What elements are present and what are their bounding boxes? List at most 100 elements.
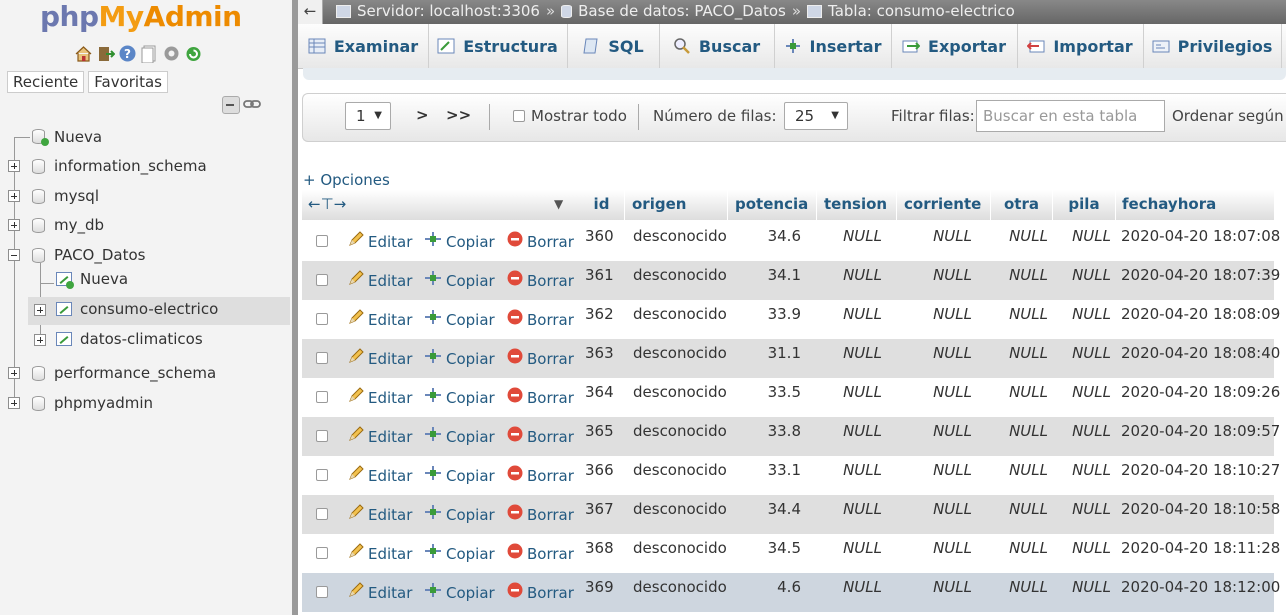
rows-per-page-select[interactable]: 25 ▼: [784, 102, 848, 130]
copy-row-link[interactable]: Copiar: [424, 339, 495, 378]
edit-row-link[interactable]: Editar: [348, 456, 412, 495]
tree-db-phpmyadmin[interactable]: phpmyadmin: [54, 393, 153, 413]
last-page-button[interactable]: >>: [446, 106, 471, 124]
row-checkbox[interactable]: [316, 313, 328, 325]
cell-origen[interactable]: desconocido: [633, 222, 727, 261]
table-row[interactable]: Editar Copiar Borrar 364 desconocido 33.5 NULL…: [302, 378, 1280, 417]
copy-row-link[interactable]: Copiar: [424, 300, 495, 339]
cell-corriente[interactable]: NULL: [897, 339, 972, 378]
delete-row-link[interactable]: Borrar: [507, 261, 574, 300]
favorites-tab[interactable]: Favoritas: [88, 71, 168, 93]
table-row[interactable]: Editar Copiar Borrar 360 desconocido 34.6 NULL…: [302, 222, 1280, 261]
exit-icon[interactable]: [96, 44, 116, 63]
column-header-tension[interactable]: tension: [817, 190, 897, 220]
table-row[interactable]: Editar Copiar Borrar 362 desconocido 33.9 NULL…: [302, 300, 1280, 339]
cell-corriente[interactable]: NULL: [897, 222, 972, 261]
cell-corriente[interactable]: NULL: [897, 300, 972, 339]
tab-importar[interactable]: Importar: [1017, 24, 1144, 68]
cell-tension[interactable]: NULL: [817, 222, 882, 261]
row-checkbox[interactable]: [316, 586, 328, 598]
cell-corriente[interactable]: NULL: [897, 534, 972, 573]
table-row[interactable]: Editar Copiar Borrar 365 desconocido 33.8 NULL…: [302, 417, 1280, 456]
cell-tension[interactable]: NULL: [817, 495, 882, 534]
recent-tab[interactable]: Reciente: [7, 71, 85, 93]
expand-icon[interactable]: [8, 397, 20, 409]
delete-row-link[interactable]: Borrar: [507, 534, 574, 573]
column-header-pila[interactable]: pila: [1053, 190, 1116, 220]
cell-id[interactable]: 363: [585, 339, 614, 378]
edit-row-link[interactable]: Editar: [348, 261, 412, 300]
cell-tension[interactable]: NULL: [817, 417, 882, 456]
delete-row-link[interactable]: Borrar: [507, 300, 574, 339]
cell-fechayhora[interactable]: 2020-04-20 18:10:27: [1121, 456, 1280, 495]
expand-icon[interactable]: [8, 219, 20, 231]
copy-row-link[interactable]: Copiar: [424, 495, 495, 534]
cell-otra[interactable]: NULL: [991, 417, 1048, 456]
cell-fechayhora[interactable]: 2020-04-20 18:09:57: [1121, 417, 1280, 456]
cell-potencia[interactable]: 33.9: [728, 300, 801, 339]
expand-icon[interactable]: [8, 160, 20, 172]
cell-otra[interactable]: NULL: [991, 378, 1048, 417]
row-checkbox[interactable]: [316, 508, 328, 520]
cell-otra[interactable]: NULL: [991, 573, 1048, 612]
expand-icon[interactable]: [8, 367, 20, 379]
cell-potencia[interactable]: 33.8: [728, 417, 801, 456]
cell-fechayhora[interactable]: 2020-04-20 18:08:09: [1121, 300, 1280, 339]
table-row[interactable]: Editar Copiar Borrar 368 desconocido 34.5 NULL…: [302, 534, 1280, 573]
column-header-otra[interactable]: otra: [991, 190, 1053, 220]
delete-row-link[interactable]: Borrar: [507, 417, 574, 456]
expand-icon[interactable]: [8, 190, 20, 202]
cell-otra[interactable]: NULL: [991, 339, 1048, 378]
cell-corriente[interactable]: NULL: [897, 378, 972, 417]
cell-tension[interactable]: NULL: [817, 573, 882, 612]
cell-tension[interactable]: NULL: [817, 456, 882, 495]
next-page-button[interactable]: >: [416, 106, 429, 124]
edit-row-link[interactable]: Editar: [348, 378, 412, 417]
documentation-icon[interactable]: [140, 44, 159, 63]
cell-otra[interactable]: NULL: [991, 222, 1048, 261]
column-header-potencia[interactable]: potencia: [728, 190, 817, 220]
cell-pila[interactable]: NULL: [1053, 417, 1111, 456]
tree-db-my-db[interactable]: my_db: [54, 215, 104, 235]
cell-origen[interactable]: desconocido: [633, 495, 727, 534]
tab-insertar[interactable]: Insertar: [774, 24, 892, 68]
cell-origen[interactable]: desconocido: [633, 417, 727, 456]
cell-origen[interactable]: desconocido: [633, 300, 727, 339]
cell-origen[interactable]: desconocido: [633, 573, 727, 612]
cell-origen[interactable]: desconocido: [633, 339, 727, 378]
cell-fechayhora[interactable]: 2020-04-20 18:08:40: [1121, 339, 1280, 378]
collapse-all-icon[interactable]: [222, 96, 240, 114]
edit-row-link[interactable]: Editar: [348, 300, 412, 339]
cell-potencia[interactable]: 33.1: [728, 456, 801, 495]
cell-pila[interactable]: NULL: [1053, 573, 1111, 612]
cell-id[interactable]: 360: [585, 222, 614, 261]
cell-tension[interactable]: NULL: [817, 339, 882, 378]
cell-potencia[interactable]: 34.6: [728, 222, 801, 261]
tree-new-database[interactable]: Nueva: [54, 127, 102, 147]
phpmyadmin-logo[interactable]: phpMyAdmin: [40, 0, 242, 34]
table-row[interactable]: Editar Copiar Borrar 363 desconocido 31.1 NULL…: [302, 339, 1280, 378]
cell-pila[interactable]: NULL: [1053, 222, 1111, 261]
show-all-checkbox[interactable]: [513, 110, 525, 122]
delete-row-link[interactable]: Borrar: [507, 456, 574, 495]
cell-origen[interactable]: desconocido: [633, 534, 727, 573]
tree-db-paco-datos[interactable]: PACO_Datos: [54, 245, 145, 265]
tree-db-mysql[interactable]: mysql: [54, 186, 99, 206]
tab-privilegios[interactable]: Privilegios: [1143, 24, 1282, 68]
cell-potencia[interactable]: 34.5: [728, 534, 801, 573]
cell-pila[interactable]: NULL: [1053, 339, 1111, 378]
copy-row-link[interactable]: Copiar: [424, 534, 495, 573]
cell-fechayhora[interactable]: 2020-04-20 18:07:08: [1121, 222, 1280, 261]
cell-tension[interactable]: NULL: [817, 534, 882, 573]
cell-id[interactable]: 361: [585, 261, 614, 300]
cell-otra[interactable]: NULL: [991, 261, 1048, 300]
row-checkbox[interactable]: [316, 391, 328, 403]
cell-otra[interactable]: NULL: [991, 456, 1048, 495]
cell-fechayhora[interactable]: 2020-04-20 18:10:58: [1121, 495, 1280, 534]
cell-corriente[interactable]: NULL: [897, 417, 972, 456]
copy-row-link[interactable]: Copiar: [424, 417, 495, 456]
table-row[interactable]: Editar Copiar Borrar 366 desconocido 33.1 NULL…: [302, 456, 1280, 495]
column-header-origen[interactable]: origen: [625, 190, 728, 220]
cell-origen[interactable]: desconocido: [633, 261, 727, 300]
row-checkbox[interactable]: [316, 235, 328, 247]
